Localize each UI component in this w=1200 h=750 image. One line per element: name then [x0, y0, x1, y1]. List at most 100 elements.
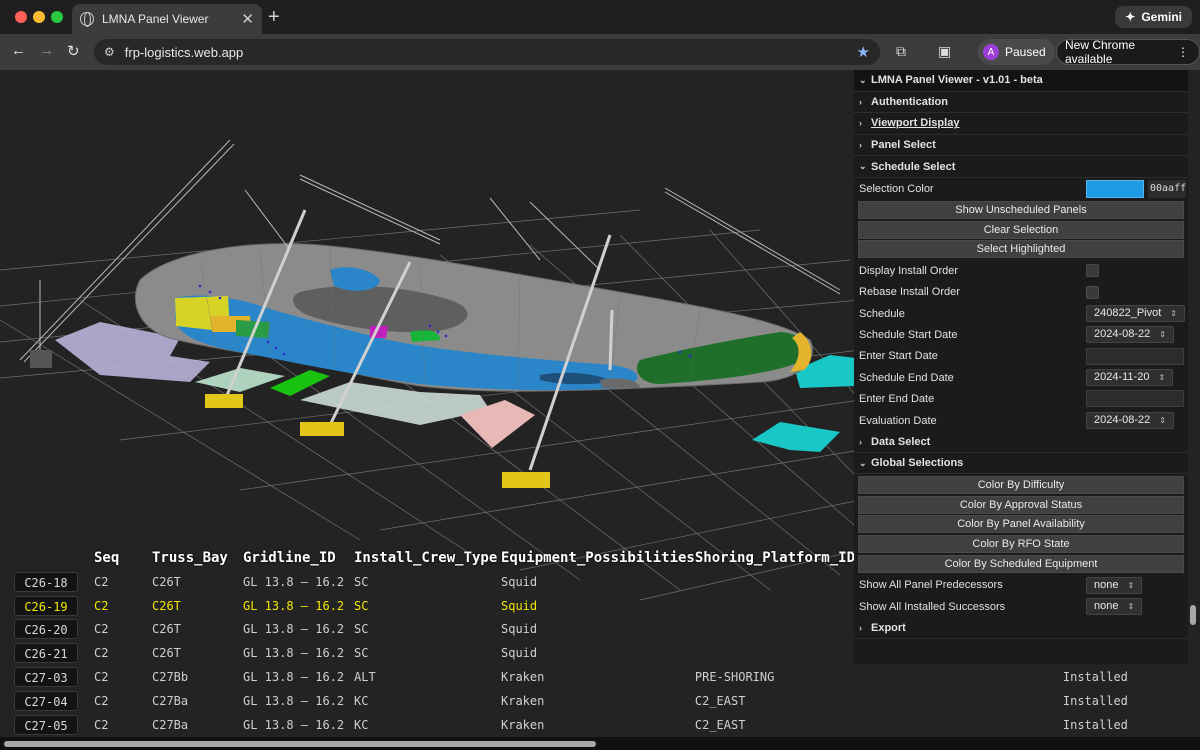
truss-bay-cell: C27Ba [152, 717, 189, 732]
panel-id-chip[interactable]: C26-20 [14, 619, 78, 640]
minimize-window-button[interactable] [33, 11, 45, 23]
equipment-cell: Squid [501, 574, 538, 589]
globe-icon [80, 12, 94, 27]
browser-toolbar: ← → ↻ ⚙ frp-logistics.web.app ★ ⧉ ▣ A Pa… [0, 34, 1200, 70]
profile-button[interactable]: A Paused [978, 39, 1055, 65]
more-vert-icon[interactable]: ⋮ [1177, 45, 1189, 59]
enter-start-date-input[interactable] [1086, 347, 1184, 365]
section-label: Export [871, 621, 906, 634]
table-row[interactable]: C27-04 C2 C27Ba GL 13.8 – 16.2 KC Kraken C2_EA… [14, 689, 1174, 713]
seq-cell: C2 [94, 693, 109, 708]
maximize-window-button[interactable] [51, 11, 63, 23]
enter-end-date-row: Enter End Date [854, 388, 1188, 409]
evaluation-date-row: Evaluation Date 2024-08-22 ⇕ [854, 410, 1188, 431]
tab-title: LMNA Panel Viewer [102, 12, 209, 26]
truss-bay-cell: C27Ba [152, 693, 189, 708]
bookmark-star-icon[interactable]: ★ [857, 43, 870, 61]
evaluation-date-select[interactable]: 2024-08-22 ⇕ [1086, 411, 1174, 429]
seq-cell: C2 [94, 646, 109, 661]
panel-title-bar[interactable]: ⌄ LMNA Panel Viewer - v1.01 - beta [854, 70, 1188, 92]
panel-id: C26-19 [14, 594, 94, 618]
seq-cell: C2 [94, 717, 109, 732]
site-settings-icon[interactable]: ⚙ [104, 45, 115, 59]
section-panel-select[interactable]: › Panel Select [854, 134, 1188, 157]
panel-id: C26-18 [14, 570, 94, 594]
crew-type-cell: SC [354, 646, 369, 661]
section-schedule-select[interactable]: ⌄ Schedule Select [854, 156, 1188, 178]
panel-id-chip[interactable]: C26-21 [14, 643, 78, 664]
forward-arrow-icon[interactable]: → [39, 42, 54, 59]
panel-id-chip[interactable]: C27-05 [14, 714, 78, 735]
profile-status: Paused [1005, 45, 1046, 59]
status-cell: Installed [1062, 670, 1128, 685]
new-tab-icon[interactable]: + [268, 6, 280, 29]
schedule-start-date-select[interactable]: 2024-08-22 ⇕ [1086, 326, 1174, 344]
updown-icon: ⇕ [1127, 580, 1135, 590]
extensions-icon[interactable]: ⧉ [896, 43, 906, 60]
crew-type-cell: SC [354, 574, 369, 589]
panel-id-chip[interactable]: C27-03 [14, 667, 78, 688]
section-export[interactable]: › Export [854, 617, 1188, 639]
gridline-cell: GL 13.8 – 16.2 [243, 622, 345, 637]
truss-bay-cell: C26T [152, 622, 181, 637]
section-global-selections[interactable]: ⌄ Global Selections [854, 452, 1188, 475]
updown-icon: ⇕ [1159, 415, 1166, 425]
selection-color-swatch[interactable] [1086, 179, 1144, 198]
color-by-approval-status-button[interactable]: Color By Approval Status [858, 495, 1184, 514]
rebase-install-order-checkbox[interactable] [1086, 285, 1099, 299]
horizontal-scrollbar-thumb[interactable] [4, 741, 596, 747]
gemini-button[interactable]: ✦ Gemini [1115, 6, 1192, 28]
shoring-cell: C2_EAST [694, 693, 746, 708]
color-by-difficulty-button[interactable]: Color By Difficulty [858, 476, 1184, 495]
chevron-down-icon: ⌄ [859, 74, 867, 85]
display-install-order-label: Display Install Order [859, 264, 959, 277]
tab-strip: LMNA Panel Viewer ✕ + ✦ Gemini [0, 0, 1200, 34]
seq-cell: C2 [94, 622, 109, 637]
table-row[interactable]: C27-05 C2 C27Ba GL 13.8 – 16.2 KC Kraken C2_EA… [14, 713, 1174, 737]
schedule-end-date-value: 2024-11-20 [1094, 371, 1150, 384]
crew-type-cell: ALT [354, 670, 376, 685]
show-predecessors-value: none [1094, 578, 1119, 591]
table-row[interactable]: C27-03 C2 C27Bb GL 13.8 – 16.2 ALT Kraken PRE-… [14, 665, 1174, 689]
schedule-select[interactable]: 240822_Pivot ⇕ [1086, 304, 1185, 322]
show-predecessors-select[interactable]: none ⇕ [1086, 576, 1143, 594]
schedule-value: 240822_Pivot [1094, 306, 1162, 319]
section-data-select[interactable]: › Data Select [854, 431, 1188, 453]
color-by-panel-availability-button[interactable]: Color By Panel Availability [858, 515, 1184, 534]
show-successors-row: Show All Installed Successors none ⇕ [854, 596, 1188, 617]
section-authentication[interactable]: › Authentication [854, 91, 1188, 114]
panel-id-chip[interactable]: C26-19 [14, 595, 78, 616]
reload-icon[interactable]: ↻ [67, 42, 80, 60]
column-header: Truss_Bay [152, 550, 228, 566]
enter-end-date-input[interactable] [1086, 390, 1184, 408]
clear-selection-button[interactable]: Clear Selection [858, 220, 1184, 239]
panel-id-chip[interactable]: C27-04 [14, 690, 78, 711]
tab-search-icon[interactable]: ▣ [938, 43, 951, 60]
enter-start-date-row: Enter Start Date [854, 346, 1188, 367]
schedule-end-date-select[interactable]: 2024-11-20 ⇕ [1086, 369, 1174, 387]
update-chrome-button[interactable]: New Chrome available ⋮ [1056, 38, 1200, 66]
close-window-button[interactable] [15, 11, 27, 23]
close-icon[interactable]: ✕ [241, 10, 254, 28]
crew-type-cell: KC [354, 717, 369, 732]
gridline-cell: GL 13.8 – 16.2 [243, 598, 345, 613]
color-by-rfo-state-button[interactable]: Color By RFO State [858, 535, 1184, 554]
display-install-order-checkbox[interactable] [1086, 264, 1099, 278]
vertical-scrollbar[interactable] [1190, 605, 1196, 625]
equipment-cell: Squid [501, 622, 538, 637]
back-arrow-icon[interactable]: ← [11, 42, 26, 59]
browser-tab[interactable]: LMNA Panel Viewer ✕ [72, 4, 262, 34]
status-cell: Installed [1062, 693, 1128, 708]
selection-color-hex-input[interactable]: 00aaff [1148, 179, 1186, 198]
crew-type-cell: SC [354, 622, 369, 637]
address-bar[interactable]: ⚙ frp-logistics.web.app ★ [94, 39, 880, 65]
control-panel: ⌄ LMNA Panel Viewer - v1.01 - beta › Aut… [854, 70, 1188, 664]
color-by-scheduled-equipment-button[interactable]: Color By Scheduled Equipment [858, 554, 1184, 573]
show-unscheduled-panels-button[interactable]: Show Unscheduled Panels [858, 201, 1184, 220]
column-header: Gridline_ID [243, 550, 336, 566]
select-highlighted-button[interactable]: Select Highlighted [858, 240, 1184, 259]
panel-id-chip[interactable]: C26-18 [14, 571, 78, 592]
truss-bay-cell: C27Bb [152, 670, 189, 685]
section-viewport-display[interactable]: › Viewport Display [854, 113, 1188, 135]
show-successors-select[interactable]: none ⇕ [1086, 597, 1143, 615]
